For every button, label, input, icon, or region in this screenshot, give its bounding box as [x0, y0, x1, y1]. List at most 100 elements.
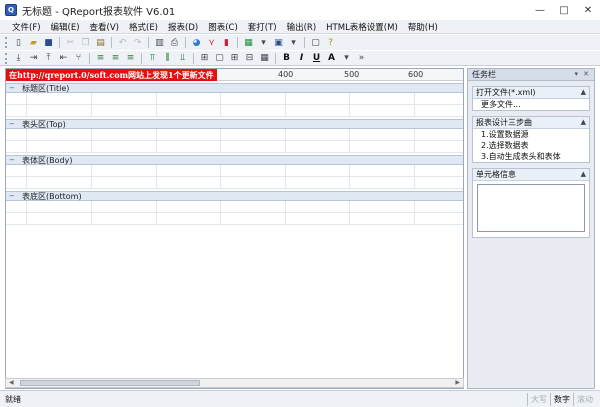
band-header[interactable]: − 表体区(Body) — [6, 155, 463, 165]
menu-overprint[interactable]: 套打(T) — [243, 21, 282, 33]
collapse-up-icon[interactable]: ▲ — [581, 88, 586, 96]
output-icon[interactable]: ▣ — [272, 37, 285, 49]
scroll-right-icon[interactable]: ▶ — [455, 379, 460, 387]
export-excel-icon[interactable]: ▦ — [242, 37, 255, 49]
align-right-icon[interactable]: ≡ — [124, 52, 137, 64]
redo-icon[interactable]: ↷ — [131, 37, 144, 49]
section-header[interactable]: 打开文件(*.xml) ▲ — [473, 87, 589, 99]
update-notice-banner[interactable]: 在http://qreport.0/soft.com网站上发现1个更新文件 — [6, 69, 217, 81]
grid-row[interactable] — [6, 93, 463, 105]
all-borders-icon[interactable]: ⊞ — [198, 52, 211, 64]
close-button[interactable]: ✕ — [576, 0, 600, 20]
insert-column-icon[interactable]: ⇥ — [27, 52, 40, 64]
section-header[interactable]: 报表设计三步曲 ▲ — [473, 117, 589, 129]
menu-chart[interactable]: 图表(C) — [203, 21, 243, 33]
pie-chart-icon[interactable]: ◕ — [190, 37, 203, 49]
bold-button[interactable]: B — [280, 52, 293, 64]
copy-icon[interactable]: ❐ — [79, 37, 92, 49]
menu-help[interactable]: 帮助(H) — [403, 21, 443, 33]
scroll-left-icon[interactable]: ◀ — [9, 379, 14, 387]
more-options-icon[interactable]: » — [355, 52, 368, 64]
menu-output[interactable]: 输出(R) — [282, 21, 322, 33]
menu-view[interactable]: 查看(V) — [85, 21, 124, 33]
grid-row[interactable] — [6, 213, 463, 225]
step-set-datasource-link[interactable]: 1.设置数据源 — [473, 129, 589, 140]
close-pane-icon[interactable]: ✕ — [583, 70, 589, 78]
step-auto-generate-link[interactable]: 3.自动生成表头和表体 — [473, 151, 589, 162]
align-center-icon[interactable]: ≡ — [109, 52, 122, 64]
band-header[interactable]: − 表头区(Top) — [6, 119, 463, 129]
grid-column-line — [414, 177, 415, 188]
collapse-icon[interactable]: − — [9, 192, 16, 200]
band-header[interactable]: − 标题区(Title) — [6, 83, 463, 93]
collapse-icon[interactable]: − — [9, 120, 16, 128]
horizontal-scrollbar[interactable]: ◀ ▶ — [5, 378, 464, 388]
menu-report[interactable]: 报表(D) — [163, 21, 203, 33]
bar-chart-icon[interactable]: ▮ — [220, 37, 233, 49]
align-left-icon[interactable]: ≡ — [94, 52, 107, 64]
collapse-up-icon[interactable]: ▲ — [581, 170, 586, 178]
save-icon[interactable]: ■ — [42, 37, 55, 49]
band-title-label: 表底区(Bottom) — [22, 191, 82, 201]
grid-row[interactable] — [6, 201, 463, 213]
menu-file[interactable]: 文件(F) — [7, 21, 46, 33]
italic-button[interactable]: I — [295, 52, 308, 64]
section-header[interactable]: 单元格信息 ▲ — [473, 169, 589, 181]
print-icon[interactable]: ⎙ — [168, 37, 181, 49]
insert-row-icon[interactable]: ⤓ — [12, 52, 25, 64]
export-dropdown-icon[interactable]: ▾ — [257, 37, 270, 49]
minimize-button[interactable]: — — [528, 0, 552, 20]
underline-button[interactable]: U — [310, 52, 323, 64]
outer-border-icon[interactable]: ▢ — [213, 52, 226, 64]
grid-row[interactable] — [6, 165, 463, 177]
merge-cells-icon[interactable]: ⑂ — [72, 52, 85, 64]
font-color-icon[interactable]: A — [325, 52, 338, 64]
step-select-table-link[interactable]: 2.选择数据表 — [473, 140, 589, 151]
grid-column-line — [349, 213, 350, 224]
align-middle-icon[interactable]: ⫼ — [161, 52, 174, 64]
band-header[interactable]: − 表底区(Bottom) — [6, 191, 463, 201]
band-title-label: 表体区(Body) — [22, 155, 73, 165]
inner-border-icon[interactable]: ⊞ — [228, 52, 241, 64]
help-icon[interactable]: ? — [324, 37, 337, 49]
maximize-button[interactable]: □ — [552, 0, 576, 20]
paste-icon[interactable]: ▤ — [94, 37, 107, 49]
collapse-icon[interactable]: − — [9, 156, 16, 164]
grid-row[interactable] — [6, 141, 463, 153]
collapse-up-icon[interactable]: ▲ — [581, 118, 586, 126]
pin-icon[interactable]: ▾ — [574, 70, 578, 78]
new-file-icon[interactable]: ▯ — [12, 37, 25, 49]
menu-format[interactable]: 格式(E) — [124, 21, 163, 33]
grid-column-line — [26, 213, 27, 224]
toolbar-grip[interactable] — [5, 37, 8, 48]
more-files-link[interactable]: 更多文件... — [473, 99, 589, 110]
grid-row[interactable] — [6, 177, 463, 189]
grid-row[interactable] — [6, 105, 463, 117]
grid-row[interactable] — [6, 129, 463, 141]
grid-column-line — [91, 129, 92, 140]
menu-html-table-settings[interactable]: HTML表格设置(M) — [321, 21, 403, 33]
report-design-canvas[interactable]: 在http://qreport.0/soft.com网站上发现1个更新文件 40… — [5, 68, 464, 389]
menu-edit[interactable]: 编辑(E) — [46, 21, 85, 33]
grid-column-line — [220, 129, 221, 140]
output-dropdown-icon[interactable]: ▾ — [287, 37, 300, 49]
caps-lock-indicator: 大写 — [527, 393, 550, 406]
grid-column-line — [91, 141, 92, 152]
font-color-dropdown-icon[interactable]: ▾ — [340, 52, 353, 64]
toolbar-grip[interactable] — [5, 52, 8, 64]
no-border-icon[interactable]: ▦ — [258, 52, 271, 64]
align-top-icon[interactable]: ⫪ — [146, 52, 159, 64]
delete-row-icon[interactable]: ⤒ — [42, 52, 55, 64]
delete-column-icon[interactable]: ⇤ — [57, 52, 70, 64]
undo-icon[interactable]: ↶ — [116, 37, 129, 49]
horizontal-border-icon[interactable]: ⊟ — [243, 52, 256, 64]
window-icon[interactable]: ▢ — [309, 37, 322, 49]
scrollbar-thumb[interactable] — [20, 380, 200, 386]
open-folder-icon[interactable]: ▰ — [27, 37, 40, 49]
collapse-icon[interactable]: − — [9, 84, 16, 92]
print-preview-icon[interactable]: ▥ — [153, 37, 166, 49]
line-chart-icon[interactable]: ⋎ — [205, 37, 218, 49]
grid-column-line — [26, 93, 27, 104]
cut-icon[interactable]: ✂ — [64, 37, 77, 49]
align-bottom-icon[interactable]: ⫫ — [176, 52, 189, 64]
